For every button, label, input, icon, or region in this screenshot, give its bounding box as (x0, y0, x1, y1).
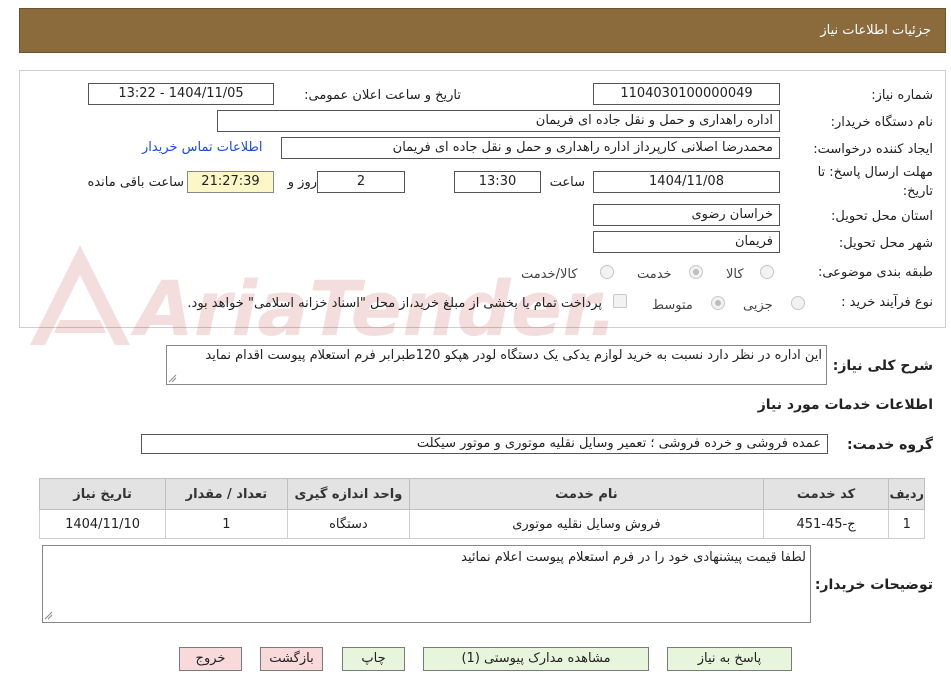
need-description-field[interactable]: این اداره در نظر دارد نسبت به خرید لوازم… (166, 345, 827, 385)
service-group-field[interactable]: عمده فروشی و خرده فروشی ؛ تعمیر وسایل نق… (141, 434, 828, 454)
reply-button[interactable]: پاسخ به نیاز (667, 647, 792, 671)
remaining-time-label: ساعت باقی مانده (87, 175, 184, 190)
creator-field[interactable]: محمدرضا اصلانی کارپرداز اداره راهداری و … (281, 137, 780, 159)
category-label: طبقه بندی موضوعی: (817, 265, 933, 280)
deadline-label: مهلت ارسال پاسخ: تا (817, 165, 933, 180)
days-field[interactable]: 2 (317, 171, 405, 193)
cell-service-code: ج-45-451 (762, 509, 890, 539)
process-option-minor: جزیی (743, 298, 773, 313)
services-section-title: اطلاعات خدمات مورد نیاز (757, 397, 933, 413)
col-unit: واحد اندازه گیری (286, 478, 411, 510)
exit-button[interactable]: خروج (179, 647, 242, 671)
deadline-date-field[interactable]: 1404/11/08 (593, 171, 780, 193)
city-label: شهر محل تحویل: (838, 236, 933, 251)
cell-service-name: فروش وسایل نقلیه موتوری (409, 509, 764, 539)
buyer-contact-link[interactable]: اطلاعات تماس خریدار (142, 140, 262, 155)
col-quantity: تعداد / مقدار (165, 478, 288, 510)
buyer-org-label: نام دستگاه خریدار: (830, 115, 933, 130)
col-need-date: تاریخ نیاز (38, 478, 167, 510)
category-option-service: خدمت (637, 267, 672, 282)
deadline-time-label: ساعت (549, 175, 585, 190)
need-number-field[interactable]: 1104030100000049 (593, 83, 780, 105)
process-radio-medium[interactable] (711, 296, 725, 310)
need-description-label: شرح کلی نیاز: (832, 358, 933, 374)
city-field[interactable]: فریمان (593, 231, 780, 253)
cell-need-date: 1404/11/10 (38, 509, 167, 539)
need-number-label: شماره نیاز: (871, 88, 933, 103)
treasury-checkbox[interactable] (613, 294, 627, 308)
province-label: استان محل تحویل: (831, 209, 933, 224)
buyer-org-field[interactable]: اداره راهداری و حمل و نقل جاده ای فریمان (217, 110, 780, 132)
col-service-code: کد خدمت (762, 478, 890, 510)
announce-datetime-label: تاریخ و ساعت اعلان عمومی: (304, 88, 461, 103)
table-row: 1 ج-45-451 فروش وسایل نقلیه موتوری دستگا… (38, 509, 925, 539)
category-radio-goods-service[interactable] (600, 265, 614, 279)
service-group-label: گروه خدمت: (847, 437, 933, 453)
resize-grip-icon[interactable] (168, 374, 177, 383)
details-panel (19, 70, 946, 328)
print-button[interactable]: چاپ (342, 647, 405, 671)
cell-row-number: 1 (888, 509, 925, 539)
table-header-row: ردیف کد خدمت نام خدمت واحد اندازه گیری ت… (38, 478, 925, 510)
announce-datetime-field[interactable]: 1404/11/05 - 13:22 (88, 83, 274, 105)
category-option-goods-service: کالا/خدمت (521, 267, 578, 282)
back-button[interactable]: بازگشت (260, 647, 323, 671)
deadline-label-date: تاریخ: (902, 184, 933, 199)
view-attachments-button[interactable]: مشاهده مدارک پیوستی (1) (423, 647, 649, 671)
col-row-number: ردیف (888, 478, 925, 510)
province-field[interactable]: خراسان رضوی (593, 204, 780, 226)
category-option-goods: کالا (726, 267, 744, 282)
category-radio-goods[interactable] (760, 265, 774, 279)
page-header: جزئیات اطلاعات نیاز (19, 8, 946, 53)
col-service-name: نام خدمت (409, 478, 764, 510)
process-option-medium: متوسط (652, 298, 693, 313)
process-type-label: نوع فرآیند خرید : (841, 295, 933, 310)
category-radio-service[interactable] (689, 265, 703, 279)
days-label: روز و (287, 175, 317, 190)
deadline-time-field[interactable]: 13:30 (454, 171, 541, 193)
creator-label: ایجاد کننده درخواست: (813, 142, 933, 157)
resize-grip-icon[interactable] (44, 611, 53, 620)
treasury-note: پرداخت تمام یا بخشی از مبلغ خرید،از محل … (187, 296, 602, 311)
services-table: ردیف کد خدمت نام خدمت واحد اندازه گیری ت… (38, 478, 925, 539)
buyer-notes-field[interactable]: لطفا قیمت پیشنهادی خود را در فرم استعلام… (42, 545, 811, 623)
cell-quantity: 1 (165, 509, 288, 539)
remaining-time-field: 21:27:39 (187, 171, 274, 193)
buyer-notes-label: توضیحات خریدار: (814, 577, 933, 593)
cell-unit: دستگاه (286, 509, 411, 539)
process-radio-minor[interactable] (791, 296, 805, 310)
page-title: جزئیات اطلاعات نیاز (820, 23, 931, 38)
